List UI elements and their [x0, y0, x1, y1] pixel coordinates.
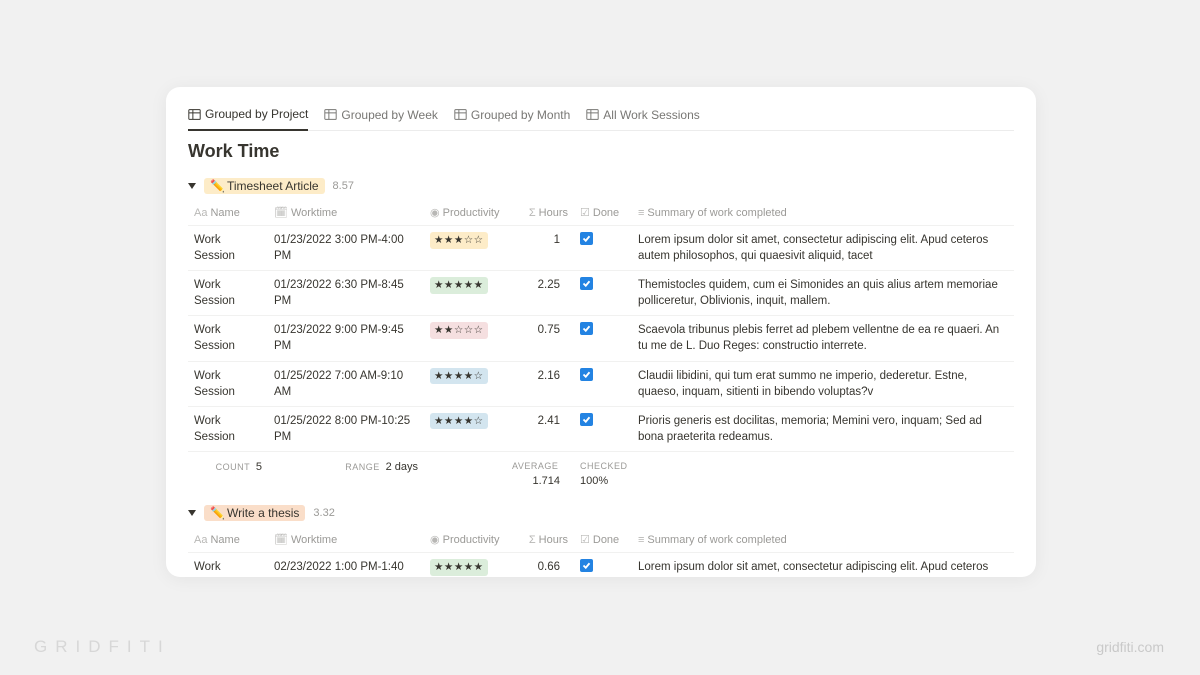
table-icon	[188, 108, 201, 121]
cell-worktime[interactable]: 02/23/2022 1:00 PM-1:40 PM	[268, 553, 424, 577]
pencil-icon: ✏️	[210, 179, 225, 193]
col-done[interactable]: ☑Done	[574, 200, 632, 226]
col-worktime[interactable]: 🗓Worktime	[268, 200, 424, 226]
cell-summary[interactable]: Lorem ipsum dolor sit amet, consectetur …	[632, 226, 1014, 271]
col-hours[interactable]: ΣHours	[506, 200, 574, 226]
watermark-logo: GRIDFITI	[34, 637, 171, 657]
cell-productivity[interactable]: ★★★★★	[424, 553, 506, 577]
pencil-icon: ✏️	[210, 506, 225, 520]
cell-worktime[interactable]: 01/23/2022 9:00 PM-9:45 PM	[268, 316, 424, 361]
cell-done[interactable]	[574, 316, 632, 361]
cell-worktime[interactable]: 01/23/2022 6:30 PM-8:45 PM	[268, 271, 424, 316]
productivity-badge: ★★★☆☆	[430, 232, 488, 249]
tab-label: Grouped by Week	[341, 108, 438, 122]
tab-grouped-month[interactable]: Grouped by Month	[454, 104, 570, 130]
checkbox-checked[interactable]	[580, 277, 593, 290]
col-summary[interactable]: ≡Summary of work completed	[632, 200, 1014, 226]
checkbox-checked[interactable]	[580, 232, 593, 245]
collapse-toggle[interactable]	[188, 183, 196, 189]
productivity-badge: ★★★★☆	[430, 413, 488, 430]
table-icon	[586, 108, 599, 121]
cell-done[interactable]	[574, 361, 632, 406]
cell-name[interactable]: Work Session	[188, 271, 268, 316]
cell-done[interactable]	[574, 226, 632, 271]
tab-grouped-week[interactable]: Grouped by Week	[324, 104, 438, 130]
checkbox-checked[interactable]	[580, 413, 593, 426]
cell-summary[interactable]: Lorem ipsum dolor sit amet, consectetur …	[632, 553, 1014, 577]
cell-productivity[interactable]: ★★★★★	[424, 271, 506, 316]
watermark-url: gridfiti.com	[1096, 639, 1164, 655]
sessions-table: AaName 🗓Worktime ◉Productivity ΣHours ☑D…	[188, 527, 1014, 577]
collapse-toggle[interactable]	[188, 510, 196, 516]
productivity-badge: ★★★★★	[430, 277, 488, 294]
cell-name[interactable]: Work Session	[188, 553, 268, 577]
cell-name[interactable]: Work Session	[188, 316, 268, 361]
page-title: Work Time	[188, 141, 1014, 162]
col-worktime[interactable]: 🗓Worktime	[268, 527, 424, 553]
cell-productivity[interactable]: ★★☆☆☆	[424, 316, 506, 361]
cell-worktime[interactable]: 01/23/2022 3:00 PM-4:00 PM	[268, 226, 424, 271]
group-header: ✏️ Timesheet Article 8.57	[188, 172, 1014, 200]
tab-all-sessions[interactable]: All Work Sessions	[586, 104, 699, 130]
cell-done[interactable]	[574, 406, 632, 451]
group-header: ✏️ Write a thesis 3.32	[188, 499, 1014, 527]
cell-hours[interactable]: 0.75	[506, 316, 574, 361]
cell-summary[interactable]: Themistocles quidem, cum ei Simonides an…	[632, 271, 1014, 316]
group-title: Timesheet Article	[227, 179, 319, 193]
checkbox-checked[interactable]	[580, 368, 593, 381]
table-row[interactable]: Work Session01/25/2022 8:00 PM-10:25 PM ★…	[188, 406, 1014, 451]
tab-grouped-project[interactable]: Grouped by Project	[188, 103, 308, 131]
cell-summary[interactable]: Prioris generis est docilitas, memoria; …	[632, 406, 1014, 451]
database-card: Grouped by Project Grouped by Week Group…	[166, 87, 1036, 577]
col-name[interactable]: AaName	[188, 200, 268, 226]
productivity-badge: ★★☆☆☆	[430, 322, 488, 339]
cell-worktime[interactable]: 01/25/2022 8:00 PM-10:25 PM	[268, 406, 424, 451]
cell-productivity[interactable]: ★★★★☆	[424, 361, 506, 406]
cell-summary[interactable]: Scaevola tribunus plebis ferret ad plebe…	[632, 316, 1014, 361]
col-name[interactable]: AaName	[188, 527, 268, 553]
cell-name[interactable]: Work Session	[188, 226, 268, 271]
cell-name[interactable]: Work Session	[188, 406, 268, 451]
table-row[interactable]: Work Session01/23/2022 6:30 PM-8:45 PM ★★…	[188, 271, 1014, 316]
col-productivity[interactable]: ◉Productivity	[424, 200, 506, 226]
cell-hours[interactable]: 2.41	[506, 406, 574, 451]
cell-hours[interactable]: 2.16	[506, 361, 574, 406]
cell-hours[interactable]: 2.25	[506, 271, 574, 316]
cell-productivity[interactable]: ★★★★☆	[424, 406, 506, 451]
checkbox-checked[interactable]	[580, 559, 593, 572]
table-row[interactable]: Work Session02/23/2022 1:00 PM-1:40 PM ★★…	[188, 553, 1014, 577]
cell-hours[interactable]: 0.66	[506, 553, 574, 577]
table-row[interactable]: Work Session01/25/2022 7:00 AM-9:10 AM ★★…	[188, 361, 1014, 406]
tab-label: Grouped by Month	[471, 108, 570, 122]
group-summary-row: COUNT 5 RANGE 2 days AVERAGE 1.714 CHECK…	[188, 451, 1014, 499]
group-tag[interactable]: ✏️ Write a thesis	[204, 505, 305, 521]
group-title: Write a thesis	[227, 506, 299, 520]
cell-name[interactable]: Work Session	[188, 361, 268, 406]
cell-worktime[interactable]: 01/25/2022 7:00 AM-9:10 AM	[268, 361, 424, 406]
productivity-badge: ★★★★★	[430, 559, 488, 576]
col-done[interactable]: ☑Done	[574, 527, 632, 553]
cell-done[interactable]	[574, 271, 632, 316]
group-score: 3.32	[313, 507, 334, 519]
checkbox-checked[interactable]	[580, 322, 593, 335]
tab-label: Grouped by Project	[205, 107, 308, 121]
cell-productivity[interactable]: ★★★☆☆	[424, 226, 506, 271]
col-summary[interactable]: ≡Summary of work completed	[632, 527, 1014, 553]
productivity-badge: ★★★★☆	[430, 368, 488, 385]
group-tag[interactable]: ✏️ Timesheet Article	[204, 178, 325, 194]
sessions-table: AaName 🗓Worktime ◉Productivity ΣHours ☑D…	[188, 200, 1014, 499]
table-row[interactable]: Work Session01/23/2022 9:00 PM-9:45 PM ★★…	[188, 316, 1014, 361]
tab-label: All Work Sessions	[603, 108, 699, 122]
table-icon	[324, 108, 337, 121]
group-score: 8.57	[333, 180, 354, 192]
table-row[interactable]: Work Session01/23/2022 3:00 PM-4:00 PM ★★…	[188, 226, 1014, 271]
view-tabs: Grouped by Project Grouped by Week Group…	[188, 103, 1014, 131]
table-icon	[454, 108, 467, 121]
col-hours[interactable]: ΣHours	[506, 527, 574, 553]
col-productivity[interactable]: ◉Productivity	[424, 527, 506, 553]
cell-done[interactable]	[574, 553, 632, 577]
cell-hours[interactable]: 1	[506, 226, 574, 271]
cell-summary[interactable]: Claudii libidini, qui tum erat summo ne …	[632, 361, 1014, 406]
